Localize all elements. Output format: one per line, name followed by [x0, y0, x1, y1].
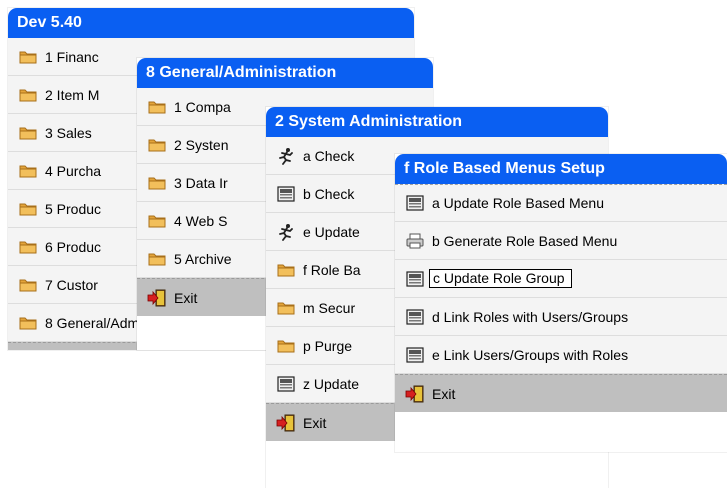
folder-icon [147, 136, 167, 154]
folder-icon [147, 174, 167, 192]
menu-item-label: 5 Produc [45, 200, 102, 217]
folder-icon [18, 276, 38, 294]
menu-item-e-link-users-groups-with-roles[interactable]: e Link Users/Groups with Roles [395, 336, 727, 374]
menu-title: Dev 5.40 [8, 8, 414, 38]
folder-icon [18, 200, 38, 218]
runner-icon [276, 223, 296, 241]
folder-icon [18, 86, 38, 104]
menu-role-based-menus-setup: f Role Based Menus Setup a Update Role B… [395, 154, 727, 452]
menu-title: 2 System Administration [266, 107, 608, 137]
screen-icon [405, 194, 425, 212]
screen-icon [405, 308, 425, 326]
menu-item-label: e Link Users/Groups with Roles [432, 346, 629, 363]
folder-icon [147, 98, 167, 116]
menu-title: 8 General/Administration [137, 58, 433, 88]
menu-item-label: f Role Ba [303, 261, 361, 278]
exit-icon [405, 385, 425, 403]
menu-item-label: 4 Web S [174, 212, 228, 229]
exit-label: Exit [432, 385, 456, 402]
printer-icon [405, 232, 425, 250]
menu-item-label: 1 Financ [45, 48, 99, 65]
menu-item-label: 5 Archive [174, 250, 232, 267]
menu-item-label: 2 Item M [45, 86, 100, 103]
menu-item-a-update-role-based-menu[interactable]: a Update Role Based Menu [395, 184, 727, 222]
exit-icon [276, 414, 296, 432]
exit-icon [147, 289, 167, 307]
menu-item-label: 4 Purcha [45, 162, 102, 179]
menu-item-label: 7 Custor [45, 276, 98, 293]
menu-item-b-generate-role-based-menu[interactable]: b Generate Role Based Menu [395, 222, 727, 260]
exit-label: Exit [303, 414, 327, 431]
menu-item-label: d Link Roles with Users/Groups [432, 308, 629, 325]
menu-item-label: a Check [303, 147, 355, 164]
folder-icon [276, 337, 296, 355]
exit-button[interactable]: Exit [395, 374, 727, 412]
menu-item-label: c Update Role Group [429, 269, 572, 288]
menu-item-label: z Update [303, 375, 360, 392]
folder-icon [18, 162, 38, 180]
menu-item-d-link-roles-with-users-groups[interactable]: d Link Roles with Users/Groups [395, 298, 727, 336]
menu-item-label: e Update [303, 223, 360, 240]
folder-icon [18, 238, 38, 256]
menu-item-label: a Update Role Based Menu [432, 195, 604, 211]
menu-item-label: 3 Data Ir [174, 174, 228, 191]
menu-item-label: 1 Compa [174, 98, 231, 115]
screen-icon [405, 270, 425, 288]
folder-icon [276, 299, 296, 317]
runner-icon [276, 147, 296, 165]
menu-item-label: b Check [303, 185, 355, 202]
folder-icon [18, 314, 38, 332]
folder-icon [276, 261, 296, 279]
menu-item-label: 2 Systen [174, 136, 229, 153]
folder-icon [147, 212, 167, 230]
menu-item-label: 6 Produc [45, 238, 102, 255]
menu-item-label: 3 Sales [45, 124, 92, 141]
folder-icon [18, 124, 38, 142]
menu-item-label: p Purge [303, 337, 353, 354]
folder-icon [18, 48, 38, 66]
menu-item-label: b Generate Role Based Menu [432, 232, 618, 249]
menu-title: f Role Based Menus Setup [395, 154, 727, 184]
screen-icon [276, 185, 296, 203]
exit-label: Exit [174, 289, 198, 306]
menu-item-c-update-role-group[interactable]: c Update Role Group [395, 260, 727, 298]
menu-item-label: m Secur [303, 299, 356, 316]
screen-icon [405, 346, 425, 364]
folder-icon [147, 250, 167, 268]
screen-icon [276, 375, 296, 393]
